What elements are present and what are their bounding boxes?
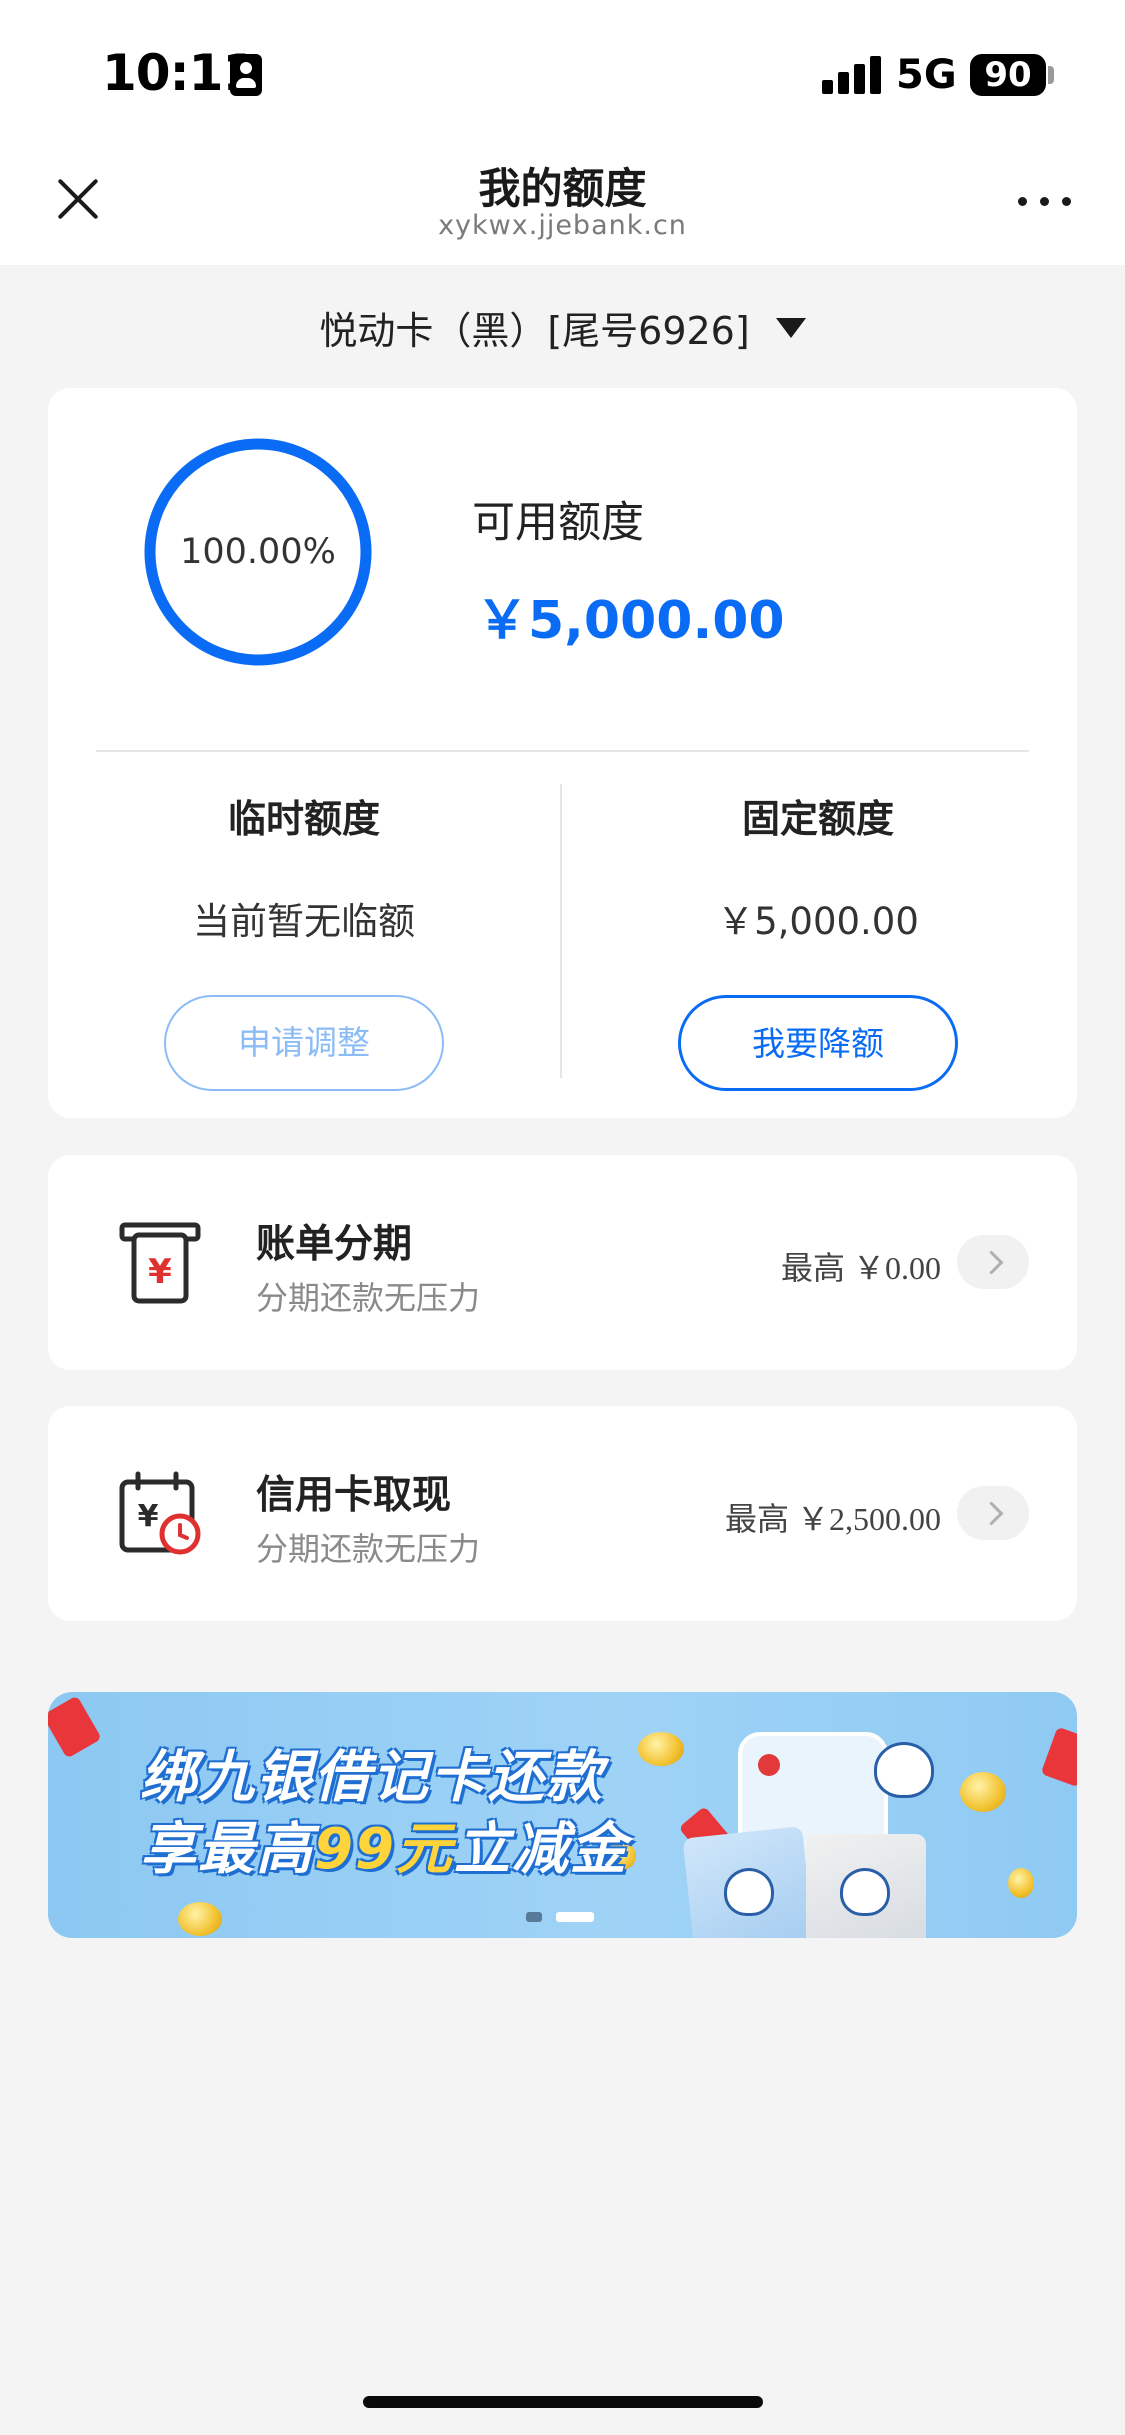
bill-installment-subtitle: 分期还款无压力 (256, 1279, 481, 1317)
chevron-right-icon[interactable] (957, 1235, 1029, 1289)
status-bar: 10:11 5G 90 (0, 0, 1125, 140)
banner-headline: 绑九银借记卡还款 (140, 1745, 604, 1810)
bill-installment-title: 账单分期 (256, 1222, 413, 1267)
home-indicator (363, 2396, 763, 2408)
more-options-icon[interactable] (1018, 192, 1074, 208)
mascot-illustration (874, 1742, 934, 1798)
bank-logo-icon (758, 1754, 780, 1776)
network-type: 5G (896, 52, 957, 98)
navigation-bar: 我的额度 xykwx.jjebank.cn (0, 140, 1125, 265)
max-value: ￥0.00 (852, 1250, 941, 1286)
banner-subline-highlight: 99元 (314, 1817, 454, 1882)
cash-advance-row[interactable]: ¥ 信用卡取现 分期还款无压力 最高 ￥2,500.00 (48, 1406, 1077, 1621)
fixed-limit-value: ￥5,000.00 (717, 900, 919, 943)
calendar-cash-icon: ¥ (119, 1471, 201, 1555)
svg-text:¥: ¥ (138, 1499, 159, 1534)
coin-icon (178, 1902, 222, 1936)
cash-advance-subtitle: 分期还款无压力 (256, 1530, 481, 1568)
max-label: 最高 (724, 1500, 789, 1538)
max-value: ￥2,500.00 (796, 1501, 941, 1537)
battery-tip (1048, 66, 1054, 84)
carousel-dot[interactable] (526, 1912, 542, 1922)
promo-banner[interactable]: 绑九银借记卡还款 享最高99元立减金 (48, 1692, 1077, 1938)
chevron-right-icon[interactable] (957, 1486, 1029, 1540)
available-limit-label: 可用额度 (472, 498, 644, 548)
card-selector-label: 悦动卡（黑）[尾号6926] (319, 309, 750, 353)
coin-icon (1008, 1868, 1034, 1898)
battery-icon: 90 (970, 54, 1046, 96)
carousel-dot-active[interactable] (556, 1912, 594, 1922)
caret-down-icon (775, 318, 806, 338)
reduce-limit-button[interactable]: 我要降额 (678, 995, 958, 1091)
svg-text:¥: ¥ (148, 1252, 172, 1292)
cash-advance-title: 信用卡取现 (256, 1473, 452, 1518)
horizontal-divider (96, 750, 1029, 752)
atm-bill-icon: ¥ (119, 1222, 201, 1304)
temporary-limit-title: 临时额度 (227, 797, 380, 841)
mascot-illustration (724, 1868, 774, 1916)
page-title: 我的额度 (478, 164, 647, 213)
apply-adjust-button[interactable]: 申请调整 (164, 995, 444, 1091)
red-envelope-icon (48, 1695, 102, 1759)
banner-subline: 享最高99元立减金 (140, 1804, 628, 1885)
bill-installment-max: 最高 ￥0.00 (781, 1243, 941, 1289)
available-limit-value: ￥5,000.00 (476, 591, 785, 651)
cellular-signal-icon (822, 56, 882, 94)
temporary-limit-value: 当前暂无临额 (193, 900, 415, 943)
temporary-limit-section: 临时额度 当前暂无临额 申请调整 (48, 788, 560, 1091)
page-domain: xykwx.jjebank.cn (438, 210, 687, 241)
coin-icon (960, 1772, 1006, 1812)
fixed-limit-section: 固定额度 ￥5,000.00 我要降额 (562, 788, 1074, 1091)
banner-subline-prefix: 享最高 (140, 1817, 314, 1882)
fixed-limit-title: 固定额度 (741, 797, 894, 841)
coin-icon (638, 1732, 684, 1766)
bill-installment-row[interactable]: ¥ 账单分期 分期还款无压力 最高 ￥0.00 (48, 1155, 1077, 1370)
limit-summary-card: 100.00% 可用额度 ￥5,000.00 临时额度 当前暂无临额 申请调整 … (48, 388, 1077, 1118)
cash-advance-max: 最高 ￥2,500.00 (725, 1494, 941, 1540)
contact-card-icon (230, 54, 262, 96)
max-label: 最高 (780, 1249, 845, 1287)
red-envelope-icon (1040, 1726, 1077, 1788)
banner-subline-suffix: 立减金 (453, 1817, 628, 1882)
ring-percent-label: 100.00% (180, 532, 336, 572)
card-selector[interactable]: 悦动卡（黑）[尾号6926] (0, 300, 1125, 355)
mascot-illustration (840, 1868, 890, 1916)
